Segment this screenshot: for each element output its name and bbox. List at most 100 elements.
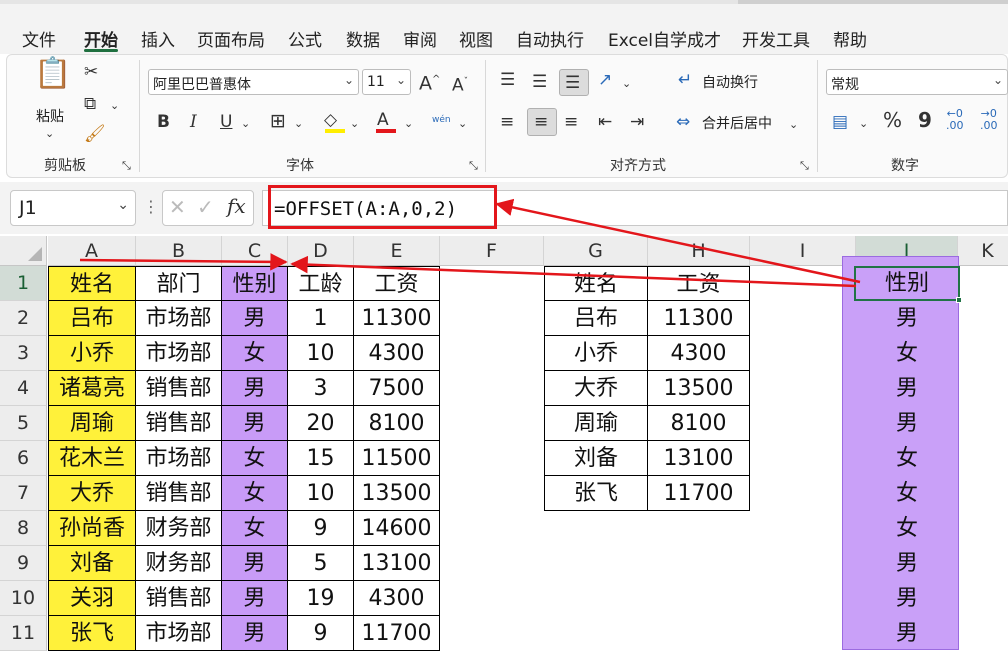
table1-cell[interactable]: 男 xyxy=(222,616,288,651)
row-header-10[interactable]: 10 xyxy=(0,581,47,616)
table1-cell[interactable]: 男 xyxy=(222,546,288,581)
table1-cell[interactable]: 女 xyxy=(222,511,288,546)
paste-chevron-icon[interactable]: ⌄ xyxy=(45,124,54,144)
column-header-h[interactable]: H xyxy=(648,236,750,266)
column-j-result-cell[interactable]: 男 xyxy=(856,371,958,406)
column-j-result-cell[interactable]: 男 xyxy=(856,301,958,336)
align-right-icon[interactable]: ≡ xyxy=(564,112,578,132)
table1-cell[interactable]: 男 xyxy=(222,301,288,336)
table1-cell[interactable]: 男 xyxy=(222,406,288,441)
table1-cell[interactable]: 诸葛亮 xyxy=(48,371,136,406)
merge-center-icon[interactable]: ⇔ xyxy=(676,112,690,132)
align-left-icon[interactable]: ≡ xyxy=(500,112,514,132)
align-top-icon[interactable]: ☰ xyxy=(500,70,515,90)
confirm-icon[interactable]: ✓ xyxy=(197,197,214,217)
table2-cell[interactable]: 13500 xyxy=(648,371,750,406)
table1-cell[interactable]: 4300 xyxy=(354,336,440,371)
table1-cell[interactable]: 14600 xyxy=(354,511,440,546)
column-j-result-cell[interactable]: 男 xyxy=(856,406,958,441)
column-header-g[interactable]: G xyxy=(544,236,648,266)
bold-icon[interactable]: B xyxy=(157,112,170,132)
table2-cell[interactable]: 张飞 xyxy=(544,476,648,511)
table1-cell[interactable]: 13100 xyxy=(354,546,440,581)
merge-chevron-icon[interactable]: ⌄ xyxy=(789,115,798,135)
table2-cell[interactable]: 8100 xyxy=(648,406,750,441)
menu-data[interactable]: 数据 xyxy=(346,26,380,51)
increase-decimal-icon[interactable]: ←0.00 xyxy=(946,108,964,132)
menu-formulas[interactable]: 公式 xyxy=(288,26,322,51)
table1-cell[interactable]: 20 xyxy=(288,406,354,441)
table1-cell[interactable]: 财务部 xyxy=(136,511,222,546)
column-header-k[interactable]: K xyxy=(958,236,1008,266)
menu-home[interactable]: 开始 xyxy=(84,26,118,51)
table2-cell[interactable]: 4300 xyxy=(648,336,750,371)
menu-automate[interactable]: 自动执行 xyxy=(516,26,584,51)
table1-cell[interactable]: 11300 xyxy=(354,301,440,336)
table1-cell[interactable]: 10 xyxy=(288,336,354,371)
borders-chevron-icon[interactable]: ⌄ xyxy=(294,114,303,134)
select-all-corner[interactable] xyxy=(0,236,47,266)
column-j-result-cell[interactable]: 女 xyxy=(856,511,958,546)
column-header-d[interactable]: D xyxy=(288,236,354,266)
table1-header-cell[interactable]: 部门 xyxy=(136,266,222,301)
table2-header-cell[interactable]: 工资 xyxy=(648,266,750,301)
table1-header-cell[interactable]: 性别 xyxy=(222,266,288,301)
table1-cell[interactable]: 大乔 xyxy=(48,476,136,511)
underline-icon[interactable]: U xyxy=(220,112,232,132)
align-bottom-button[interactable]: ☰ xyxy=(559,69,589,96)
table1-header-cell[interactable]: 姓名 xyxy=(48,266,136,301)
row-header-5[interactable]: 5 xyxy=(0,406,47,441)
italic-icon[interactable]: I xyxy=(190,112,197,132)
decrease-decimal-icon[interactable]: →0.00 xyxy=(980,108,998,132)
column-header-b[interactable]: B xyxy=(136,236,222,266)
paste-label[interactable]: 粘贴 xyxy=(36,106,64,126)
row-header-6[interactable]: 6 xyxy=(0,441,47,476)
orientation-icon[interactable]: ↗ xyxy=(598,70,612,90)
table1-header-cell[interactable]: 工资 xyxy=(354,266,440,301)
table1-cell[interactable]: 5 xyxy=(288,546,354,581)
menu-developer[interactable]: 开发工具 xyxy=(742,26,810,51)
name-box[interactable]: J1 ⌄ xyxy=(10,190,136,226)
table1-cell[interactable]: 女 xyxy=(222,476,288,511)
table1-cell[interactable]: 女 xyxy=(222,441,288,476)
font-color-icon[interactable]: A xyxy=(377,110,389,130)
row-header-8[interactable]: 8 xyxy=(0,511,47,546)
table2-cell[interactable]: 刘备 xyxy=(544,441,648,476)
table1-cell[interactable]: 男 xyxy=(222,371,288,406)
font-name-dropdown[interactable]: 阿里巴巴普惠体 ⌄ xyxy=(148,69,359,95)
table1-cell[interactable]: 11700 xyxy=(354,616,440,651)
row-header-3[interactable]: 3 xyxy=(0,336,47,371)
fill-handle[interactable] xyxy=(956,297,962,303)
font-launcher-icon[interactable]: ⤡ xyxy=(469,156,478,176)
table1-cell[interactable]: 11500 xyxy=(354,441,440,476)
table2-cell[interactable]: 13100 xyxy=(648,441,750,476)
column-j-result-cell[interactable]: 女 xyxy=(856,336,958,371)
column-j-result-cell[interactable]: 男 xyxy=(856,546,958,581)
row-header-9[interactable]: 9 xyxy=(0,546,47,581)
copy-chevron-icon[interactable]: ⌄ xyxy=(110,96,119,116)
align-middle-icon[interactable]: ☰ xyxy=(532,72,547,92)
currency-icon[interactable]: ▤ xyxy=(832,112,848,132)
table1-cell[interactable]: 周瑜 xyxy=(48,406,136,441)
table2-cell[interactable]: 11300 xyxy=(648,301,750,336)
table2-cell[interactable]: 大乔 xyxy=(544,371,648,406)
table2-cell[interactable]: 小乔 xyxy=(544,336,648,371)
phonetic-icon[interactable]: wén xyxy=(432,110,451,130)
merge-center-label[interactable]: 合并后居中 xyxy=(702,113,772,133)
column-header-a[interactable]: A xyxy=(48,236,136,266)
paste-icon[interactable]: 📋 xyxy=(34,59,71,104)
table1-header-cell[interactable]: 工龄 xyxy=(288,266,354,301)
align-center-button[interactable]: ≡ xyxy=(527,108,557,136)
insert-function-icon[interactable]: fx xyxy=(227,196,246,216)
orientation-chevron-icon[interactable]: ⌄ xyxy=(622,74,631,94)
table1-cell[interactable]: 3 xyxy=(288,371,354,406)
table2-cell[interactable]: 11700 xyxy=(648,476,750,511)
table1-cell[interactable]: 小乔 xyxy=(48,336,136,371)
column-header-e[interactable]: E xyxy=(354,236,440,266)
table1-cell[interactable]: 市场部 xyxy=(136,336,222,371)
table1-cell[interactable]: 财务部 xyxy=(136,546,222,581)
table1-cell[interactable]: 孙尚香 xyxy=(48,511,136,546)
column-header-c[interactable]: C xyxy=(222,236,288,266)
clipboard-launcher-icon[interactable]: ⤡ xyxy=(122,156,131,176)
fill-chevron-icon[interactable]: ⌄ xyxy=(350,114,359,134)
